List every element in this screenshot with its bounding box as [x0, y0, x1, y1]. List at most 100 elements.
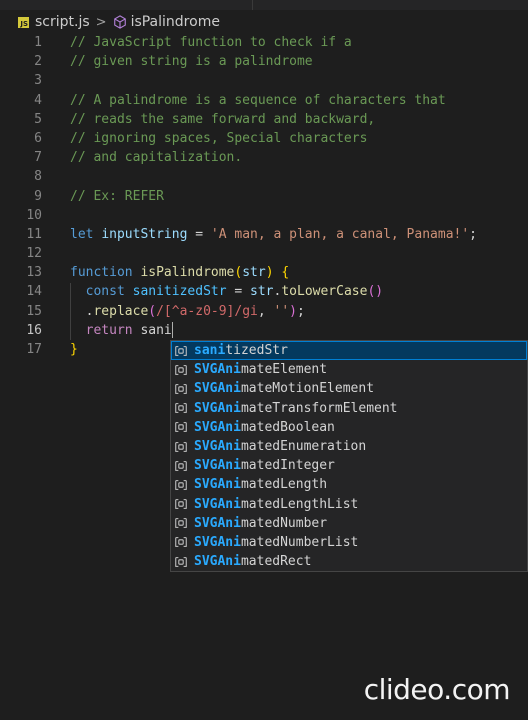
code-line[interactable]: 16 return sani [0, 321, 528, 340]
code-text: let inputString = 'A man, a plan, a cana… [70, 225, 477, 244]
code-editor[interactable]: 1 // JavaScript function to check if a 2 //… [0, 33, 528, 359]
code-text: // and capitalization. [70, 148, 242, 167]
suggestion-match: SVGAni [194, 381, 241, 397]
suggestion-item[interactable]: SVGAni matedEnumeration [171, 437, 527, 456]
code-token: ( [148, 303, 157, 319]
code-token: str [242, 265, 266, 281]
symbol-variable-icon [174, 516, 188, 530]
code-token: . [70, 303, 94, 319]
line-number: 15 [26, 303, 42, 319]
symbol-variable-icon [174, 363, 188, 377]
code-line[interactable]: 7 // and capitalization. [0, 148, 528, 167]
suggestion-match: SVGAni [194, 419, 241, 435]
suggestion-match: SVGAni [194, 515, 241, 531]
code-line[interactable]: 3 [0, 71, 528, 90]
suggestion-rest: mateElement [240, 362, 328, 378]
symbol-method-icon [113, 15, 127, 29]
line-number: 10 [26, 207, 42, 223]
symbol-variable-icon [174, 344, 188, 358]
code-text: // ignoring spaces, Special characters [70, 129, 367, 148]
suggestion-rest: tizedStr [225, 343, 288, 358]
suggestion-item[interactable]: SVGAni matedInteger [171, 456, 527, 475]
line-number: 12 [26, 246, 42, 262]
code-line[interactable]: 4 // A palindrome is a sequence of charac… [0, 91, 528, 110]
code-text: // A palindrome is a sequence of charact… [70, 91, 446, 110]
code-line[interactable]: 11 let inputString = 'A man, a plan, a ca… [0, 225, 528, 244]
code-token: let [70, 226, 102, 242]
code-token: = [226, 284, 251, 300]
suggestion-item[interactable]: SVGAni matedNumber [171, 514, 527, 533]
suggestion-rest: mateMotionElement [240, 381, 375, 397]
symbol-variable-icon [174, 555, 188, 569]
code-token: ; [469, 226, 477, 242]
breadcrumb-separator: > [95, 14, 107, 30]
suggestion-item[interactable]: sani tizedStr [171, 341, 527, 361]
code-line[interactable]: 6 // ignoring spaces, Special characters [0, 129, 528, 148]
suggestion-match: sani [194, 343, 226, 358]
code-line[interactable]: 9 // Ex: REFER [0, 187, 528, 206]
breadcrumb-symbol[interactable]: isPalindrome [131, 14, 220, 30]
suggestion-rest: matedLength [240, 477, 328, 493]
suggestion-item[interactable]: SVGAni matedNumberList [171, 533, 527, 552]
javascript-file-icon: JS [18, 16, 29, 28]
line-number: 4 [34, 92, 42, 108]
suggestion-item[interactable]: SVGAni matedLengthList [171, 495, 527, 514]
line-number: 6 [34, 130, 42, 146]
code-token: // reads the same forward and backward, [70, 111, 376, 127]
code-line[interactable]: 1 // JavaScript function to check if a [0, 33, 528, 52]
code-token: toLowerCase [281, 284, 368, 300]
code-text: // given string is a palindrome [70, 52, 313, 71]
suggestion-item[interactable]: SVGAni matedLength [171, 475, 527, 494]
suggestion-item[interactable]: SVGAni matedBoolean [171, 418, 527, 437]
suggestion-rest: matedEnumeration [240, 438, 367, 454]
code-line[interactable]: 12 [0, 244, 528, 263]
breadcrumb: JS script.js > isPalindrome [0, 10, 528, 34]
code-token: '' [273, 303, 290, 319]
symbol-variable-icon [174, 535, 188, 549]
suggestion-match: SVGAni [194, 477, 241, 493]
suggestion-match: SVGAni [194, 554, 241, 570]
symbol-variable-icon [174, 382, 188, 396]
code-text: function isPalindrome(str) { [70, 263, 289, 282]
line-number: 13 [26, 265, 42, 281]
suggestion-match: SVGAni [194, 458, 241, 474]
suggestion-item[interactable]: SVGAni matedRect [171, 552, 527, 571]
breadcrumb-file[interactable]: script.js [35, 14, 90, 30]
code-line[interactable]: 5 // reads the same forward and backward, [0, 110, 528, 129]
suggestion-item[interactable]: SVGAni mateMotionElement [171, 379, 527, 398]
code-token: const [70, 284, 133, 300]
symbol-variable-icon [174, 459, 188, 473]
code-token: isPalindrome [140, 265, 235, 281]
code-token: sani [140, 322, 172, 338]
code-token: // JavaScript function to check if a [70, 35, 352, 50]
code-line[interactable]: 14 const sanitizedStr = str.toLowerCase(… [0, 282, 528, 301]
code-token: // and capitalization. [70, 150, 243, 166]
suggestion-item[interactable]: SVGAni mateTransformElement [171, 399, 527, 418]
suggestion-item[interactable]: SVGAni mateElement [171, 360, 527, 379]
code-token: // Ex: REFER [70, 188, 164, 204]
suggestion-rest: mateTransformElement [240, 400, 398, 416]
code-token: = [187, 226, 211, 242]
code-text: // Ex: REFER [70, 187, 164, 206]
symbol-variable-icon [174, 420, 188, 434]
line-number: 14 [26, 284, 42, 300]
code-line[interactable]: 8 [0, 167, 528, 186]
symbol-variable-icon [174, 478, 188, 492]
suggestion-match: SVGAni [194, 534, 241, 550]
code-token: return [70, 322, 141, 338]
code-text: // JavaScript function to check if a [70, 33, 352, 52]
code-token: ) [289, 303, 297, 319]
code-line[interactable]: 13 function isPalindrome(str) { [0, 263, 528, 282]
line-number: 1 [34, 35, 42, 50]
code-line[interactable]: 10 [0, 206, 528, 225]
code-line[interactable]: 15 .replace(/[^a-z0-9]/gi, ''); [0, 302, 528, 321]
suggestion-match: SVGAni [194, 438, 241, 454]
code-token: { [281, 265, 290, 281]
code-token: // ignoring spaces, Special characters [70, 130, 368, 146]
line-number: 3 [34, 73, 42, 89]
code-token: ) [265, 265, 274, 281]
suggestion-rest: matedRect [240, 554, 312, 570]
line-number: 5 [34, 111, 42, 127]
code-line[interactable]: 2 // given string is a palindrome [0, 52, 528, 71]
symbol-variable-icon [174, 401, 188, 415]
